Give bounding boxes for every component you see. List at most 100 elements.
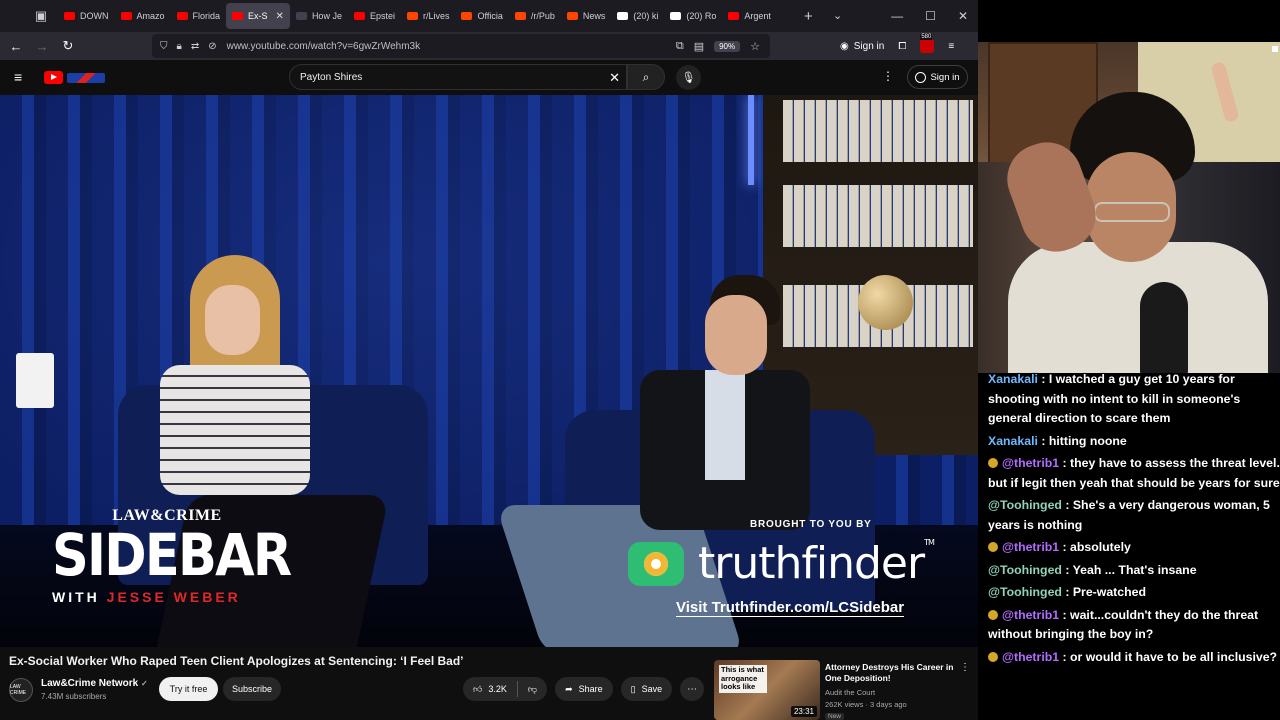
permissions-icon[interactable]: ⇄ [191,41,199,52]
try-it-free-button[interactable]: Try it free [159,677,218,701]
recommended-meta: 262K views · 3 days ago [825,700,907,709]
extensions-icon[interactable]: ⧠ [898,41,906,52]
recommended-more-icon[interactable]: ⋮ [960,662,970,673]
shield-icon[interactable]: ⛉ [160,41,168,52]
chat-message: @thetrib1 : absolutely [984,538,1280,558]
sponsor-heading: BROUGHT TO YOU BY [750,519,872,530]
picture-in-picture-icon[interactable]: ⧉ [676,40,684,53]
browser-tab[interactable]: Amazo [115,3,171,29]
app-menu-icon[interactable]: ≡ [948,41,954,52]
subscribe-button[interactable]: Subscribe [223,677,281,701]
yt-settings-menu-icon[interactable]: ⋮ [882,69,894,83]
chat-message: Xanakali : I watched a guy get 10 years … [984,370,1280,429]
voice-search-button[interactable]: 🎙︎ [676,65,701,90]
browser-tab[interactable]: DOWN [58,3,115,29]
tab-label: (20) ki [633,11,659,21]
video-player[interactable]: LAW&CRIME SIDEBAR WITH JESSE WEBER BROUG… [0,95,978,647]
sponsor-name: truthfinderTM [698,538,935,589]
tab-favicon-icon [514,12,526,20]
tab-label: Florida [192,11,221,21]
like-dislike-group: 👍︎ 3.2K 👎︎ [463,677,548,701]
chat-separator: : [1037,433,1049,448]
share-button[interactable]: ➦ Share [555,677,613,701]
browser-window: ▣ DOWN Amazo Florida Ex-S ✕ How Je Epstei r/Liv… [0,0,978,720]
tab-label: Officia [477,11,503,21]
brand-show-title: SIDEBAR [52,521,292,589]
chat-badge-icon [988,458,998,468]
tab-favicon-icon [176,12,188,20]
globe [858,275,913,330]
like-icon[interactable]: 👍︎ [473,684,482,695]
list-all-tabs-icon[interactable]: ⌄ [833,9,842,22]
reload-icon[interactable]: ↻ [56,38,80,54]
browser-tab[interactable]: /r/Pub [509,3,561,29]
browser-tab[interactable]: Argent [722,3,777,29]
tab-label: News [582,11,606,21]
browser-tab[interactable]: (20) ki [611,3,664,29]
search-input[interactable] [300,71,590,83]
video-title: Ex-Social Worker Who Raped Teen Client A… [9,654,464,668]
new-tab-icon[interactable]: + [804,8,813,25]
subscriber-count: 7.43M subscribers [41,692,107,701]
browser-tab[interactable]: How Je [290,3,348,29]
bookmark-star-icon[interactable]: ☆ [750,40,760,53]
save-button[interactable]: ▯ Save [620,677,673,701]
clear-search-icon[interactable]: ✕ [609,70,620,86]
url-text[interactable]: www.youtube.com/watch?v=6gwZrWehm3k [227,41,421,52]
truthfinder-logo-icon [628,541,684,586]
browser-tab[interactable]: News [561,3,612,29]
channel-name[interactable]: Law&Crime Network ✓ [41,678,148,689]
lock-icon[interactable]: 🔒︎ [177,41,182,52]
ublock-extension-icon[interactable]: 580 [920,34,935,53]
channel-avatar[interactable]: LAW CRIME [9,678,33,702]
brand-host-line: WITH JESSE WEBER [52,589,282,605]
more-actions-icon[interactable]: ⋯ [680,677,705,701]
tab-favicon-icon [64,12,75,20]
recommended-title[interactable]: Attorney Destroys His Career in One Depo… [825,662,955,684]
recommended-channel[interactable]: Audit the Court [825,688,875,697]
yt-signin-button[interactable]: Sign in [907,65,968,89]
share-label: Share [578,684,603,694]
tab-strip: ▣ DOWN Amazo Florida Ex-S ✕ How Je Epstei r/Liv… [0,0,978,32]
chat-separator: : [1061,498,1073,512]
minimize-icon[interactable]: — [891,9,903,23]
recommended-thumbnail[interactable]: This is what arrogance looks like 23:31 [714,660,820,720]
tab-favicon-icon [295,12,307,20]
tab-favicon-icon [461,12,473,20]
browser-tab[interactable]: r/Lives [401,3,456,29]
browser-tab[interactable]: Officia [455,3,508,29]
search-icon: ⌕ [642,69,650,84]
maximize-icon[interactable]: ☐ [925,9,936,23]
reader-view-icon[interactable]: ▤ [694,40,704,53]
chat-message: @Toohinged : Pre-watched [984,583,1280,603]
neon-light [748,95,754,185]
close-window-icon[interactable]: ✕ [958,9,968,23]
close-tab-icon[interactable]: ✕ [276,11,284,22]
forward-icon[interactable]: → [30,39,54,54]
search-button[interactable]: ⌕ [627,64,665,90]
new-badge: New [825,713,845,720]
youtube-logo[interactable] [44,71,106,84]
tab-list: DOWN Amazo Florida Ex-S ✕ How Je Epstei r/Lives… [58,3,777,29]
address-bar[interactable]: ⛉ 🔒︎ ⇄ ⊘ www.youtube.com/watch?v=6gwZrWe… [152,34,770,58]
yt-guide-menu-icon[interactable]: ≡ [14,69,22,85]
chat-message: @thetrib1 : or would it have to be all i… [984,648,1280,668]
browser-tab[interactable]: Epstei [348,3,401,29]
chat-text: Pre-watched [1072,585,1146,599]
zoom-level[interactable]: 90% [714,40,741,52]
recommended-video[interactable]: This is what arrogance looks like 23:31 … [714,660,974,720]
tab-overview-icon[interactable]: ▣ [28,4,54,28]
chat-separator: : [1059,607,1071,622]
browser-tab[interactable]: Ex-S ✕ [226,3,290,29]
browser-signin-button[interactable]: ◉ Sign in [840,41,884,52]
back-icon[interactable]: ← [4,39,28,54]
tab-favicon-icon [353,12,365,20]
autoplay-blocked-icon[interactable]: ⊘ [208,41,216,52]
dislike-icon[interactable]: 👎︎ [528,684,537,695]
browser-tab[interactable]: Florida [171,3,227,29]
tab-favicon-icon [120,12,132,20]
brand-host-name: JESSE WEBER [106,589,241,605]
like-count[interactable]: 3.2K [488,684,507,694]
browser-tab[interactable]: (20) Ro [664,3,722,29]
chat-separator: : [1037,372,1049,386]
